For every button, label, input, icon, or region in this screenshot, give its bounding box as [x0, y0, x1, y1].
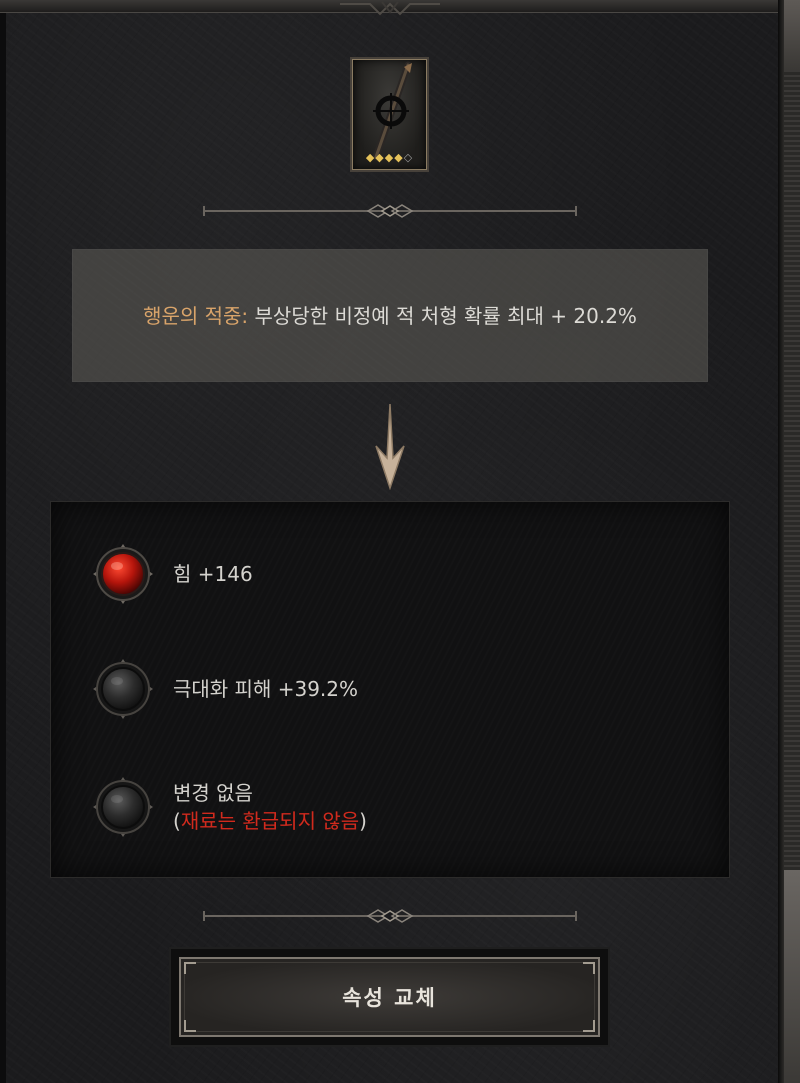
- option-label: 변경 없음 (재료는 환급되지 않음): [173, 779, 367, 835]
- item-card[interactable]: ◆◆◆◆◇: [350, 57, 429, 172]
- replace-affix-button[interactable]: 속성 교체: [179, 957, 600, 1037]
- window-right-edge: [778, 0, 800, 1083]
- current-affix-box: 행운의 적중: 부상당한 비정예 적 처형 확률 최대 + 20.2%: [72, 249, 708, 382]
- top-ornament: [340, 1, 440, 16]
- option-label: 극대화 피해 +39.2%: [173, 677, 359, 701]
- replace-affix-label: 속성 교체: [342, 986, 437, 1010]
- down-arrow-icon: [375, 403, 405, 490]
- option-item[interactable]: 극대화 피해 +39.2%: [91, 654, 691, 724]
- rarity-stars: ◆◆◆◆◇: [365, 151, 414, 164]
- no-change-label: 변경 없음: [173, 781, 253, 805]
- no-refund-warning: (재료는 환급되지 않음): [173, 809, 367, 833]
- affix-description: 부상당한 비정예 적 처형 확률 최대 + 20.2%: [248, 303, 637, 328]
- grey-orb-icon: [91, 657, 155, 721]
- affix-name: 행운의 적중:: [143, 303, 249, 328]
- grey-orb-icon: [91, 775, 155, 839]
- divider-ornament: [203, 204, 577, 218]
- red-orb-icon: [91, 542, 155, 606]
- option-item[interactable]: 변경 없음 (재료는 환급되지 않음): [91, 772, 691, 842]
- current-affix-text: 행운의 적중: 부상당한 비정예 적 처형 확률 최대 + 20.2%: [110, 301, 670, 331]
- option-item[interactable]: 힘 +146: [91, 539, 691, 609]
- option-label: 힘 +146: [173, 562, 253, 586]
- replacement-options-list: 힘 +146 극대화 피해 +39.2% 변경 없음 (재료는 환급되지 않음): [50, 501, 730, 878]
- replace-button-frame: 속성 교체: [169, 947, 610, 1047]
- divider-ornament: [203, 909, 577, 923]
